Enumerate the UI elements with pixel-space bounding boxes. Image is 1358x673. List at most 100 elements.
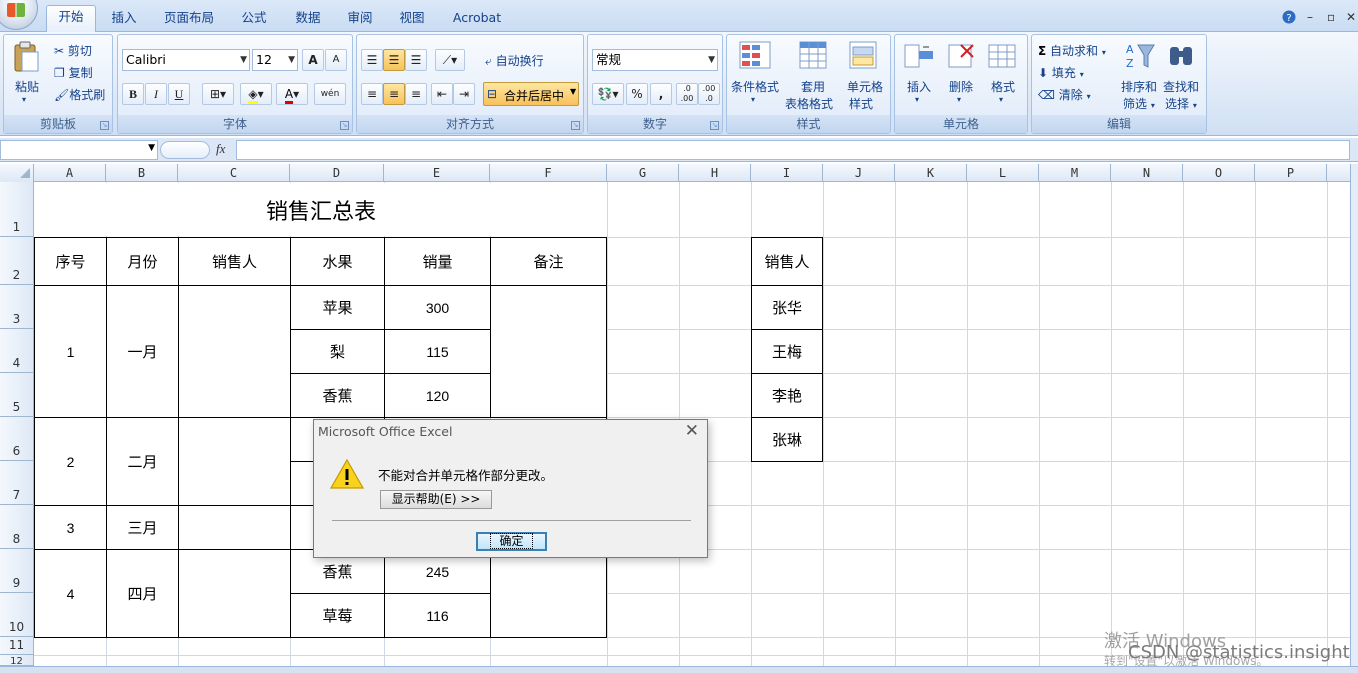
side-name-cell[interactable]: 李艳 [751, 373, 823, 418]
cut-button[interactable]: ✂ 剪切 [54, 42, 92, 59]
find-select-label1[interactable]: 查找和 [1163, 78, 1199, 95]
column-header[interactable]: J [823, 164, 895, 182]
increase-indent-button[interactable]: ⇥ [453, 83, 475, 105]
row-header[interactable]: 5 [0, 373, 34, 417]
seq-cell[interactable]: 3 [34, 505, 107, 550]
column-header[interactable]: F [490, 164, 607, 182]
remark-cell[interactable] [490, 549, 607, 638]
column-header[interactable]: M [1039, 164, 1111, 182]
paste-dropdown-icon[interactable]: ▾ [22, 95, 26, 104]
format-painter-button[interactable]: 🖌格式刷 [54, 86, 105, 103]
autosum-button[interactable]: Σ 自动求和 ▾ [1038, 42, 1106, 59]
dialog-launcher-icon[interactable]: ↘ [710, 121, 719, 130]
seq-cell[interactable]: 2 [34, 417, 107, 506]
header-cell[interactable]: 水果 [290, 237, 385, 286]
side-name-cell[interactable]: 王梅 [751, 329, 823, 374]
fill-color-button[interactable]: ◈▾ [240, 83, 272, 105]
row-header[interactable]: 1 [0, 182, 34, 237]
borders-button[interactable]: ⊞▾ [202, 83, 234, 105]
fruit-cell[interactable]: 香蕉 [290, 373, 385, 418]
tab-acrobat[interactable]: Acrobat [446, 7, 508, 32]
formula-input[interactable] [236, 140, 1350, 160]
format-as-table-label1[interactable]: 套用 [801, 78, 825, 95]
format-as-table-button[interactable]: 表格格式 [785, 95, 833, 112]
clear-button[interactable]: ⌫ 清除 ▾ [1038, 86, 1091, 103]
month-cell[interactable]: 四月 [106, 549, 179, 638]
copy-button[interactable]: ❐ 复制 [54, 64, 93, 81]
row-header[interactable]: 6 [0, 417, 34, 461]
tab-formulas[interactable]: 公式 [232, 7, 276, 32]
format-cells-button[interactable]: 格式 [991, 78, 1015, 95]
sort-filter-button[interactable]: 筛选 ▾ [1123, 95, 1155, 112]
ok-button[interactable]: 确定 [476, 532, 547, 551]
minimize-icon[interactable]: – [1307, 10, 1313, 24]
side-name-cell[interactable]: 张华 [751, 285, 823, 330]
column-header[interactable]: H [679, 164, 751, 182]
qty-cell[interactable]: 300 [384, 285, 491, 330]
paste-button[interactable]: 粘贴 [15, 78, 39, 95]
remark-cell[interactable] [490, 285, 607, 418]
column-header[interactable]: K [895, 164, 967, 182]
wrap-text-button[interactable]: ⤶ 自动换行 [485, 52, 544, 69]
side-name-cell[interactable]: 张琳 [751, 417, 823, 462]
row-header[interactable]: 11 [0, 637, 34, 655]
fruit-cell[interactable]: 梨 [290, 329, 385, 374]
help-icon[interactable]: ? [1282, 10, 1296, 27]
align-top-button[interactable]: ☰ [361, 49, 383, 71]
column-header[interactable]: O [1183, 164, 1255, 182]
column-header[interactable]: N [1111, 164, 1183, 182]
insert-function-button[interactable]: fx [216, 141, 225, 157]
qty-cell[interactable]: 116 [384, 593, 491, 638]
salesperson-cell[interactable] [178, 285, 291, 418]
select-all-button[interactable] [0, 164, 34, 182]
seq-cell[interactable]: 4 [34, 549, 107, 638]
row-header[interactable]: 8 [0, 505, 34, 549]
fruit-cell[interactable]: 苹果 [290, 285, 385, 330]
salesperson-cell[interactable] [178, 417, 291, 506]
column-header[interactable]: D [290, 164, 384, 182]
fill-button[interactable]: ⬇ 填充 ▾ [1038, 64, 1084, 81]
cell-styles-label1[interactable]: 单元格 [847, 78, 883, 95]
sort-filter-label1[interactable]: 排序和 [1121, 78, 1157, 95]
phonetic-button[interactable]: wén [314, 83, 346, 105]
office-button[interactable] [0, 0, 38, 30]
row-header[interactable]: 12 [0, 655, 34, 667]
shrink-font-button[interactable]: A [325, 49, 347, 71]
align-center-button[interactable]: ≡ [383, 83, 405, 105]
tab-home[interactable]: 开始 [46, 5, 96, 33]
seq-cell[interactable]: 1 [34, 285, 107, 418]
header-cell[interactable]: 销量 [384, 237, 491, 286]
header-cell[interactable]: 备注 [490, 237, 607, 286]
conditional-format-button[interactable]: 条件格式 [731, 78, 779, 95]
align-bottom-button[interactable]: ☰ [405, 49, 427, 71]
increase-decimal-button[interactable]: .0 .00 [676, 83, 698, 105]
dialog-launcher-icon[interactable]: ↘ [340, 121, 349, 130]
month-cell[interactable]: 一月 [106, 285, 179, 418]
close-window-icon[interactable]: ✕ [1346, 10, 1356, 24]
cell-styles-button[interactable]: 样式 [849, 95, 873, 112]
column-header[interactable]: L [967, 164, 1039, 182]
font-size-combo[interactable]: 12 ▼ [252, 49, 298, 71]
column-header[interactable]: P [1255, 164, 1327, 182]
tab-page-layout[interactable]: 页面布局 [156, 7, 222, 32]
column-header[interactable]: B [106, 164, 178, 182]
percent-button[interactable]: % [626, 83, 648, 105]
number-format-combo[interactable]: 常规 ▼ [592, 49, 718, 71]
header-cell[interactable]: 月份 [106, 237, 179, 286]
row-header[interactable]: 9 [0, 549, 34, 593]
column-header[interactable]: G [607, 164, 679, 182]
tab-insert[interactable]: 插入 [104, 7, 144, 32]
restore-icon[interactable]: ▫ [1327, 10, 1335, 24]
bold-button[interactable]: B [122, 83, 144, 105]
vertical-scrollbar[interactable] [1350, 164, 1358, 666]
tab-view[interactable]: 视图 [392, 7, 432, 32]
dialog-close-button[interactable]: ✕ [685, 421, 699, 441]
column-header[interactable]: I [751, 164, 823, 182]
accounting-format-button[interactable]: 💱▾ [592, 83, 624, 105]
header-cell[interactable]: 序号 [34, 237, 107, 286]
grow-font-button[interactable]: A [302, 49, 324, 71]
find-select-button[interactable]: 选择 ▾ [1165, 95, 1197, 112]
name-box[interactable]: ▼ [0, 140, 158, 160]
align-right-button[interactable]: ≡ [405, 83, 427, 105]
align-left-button[interactable]: ≡ [361, 83, 383, 105]
